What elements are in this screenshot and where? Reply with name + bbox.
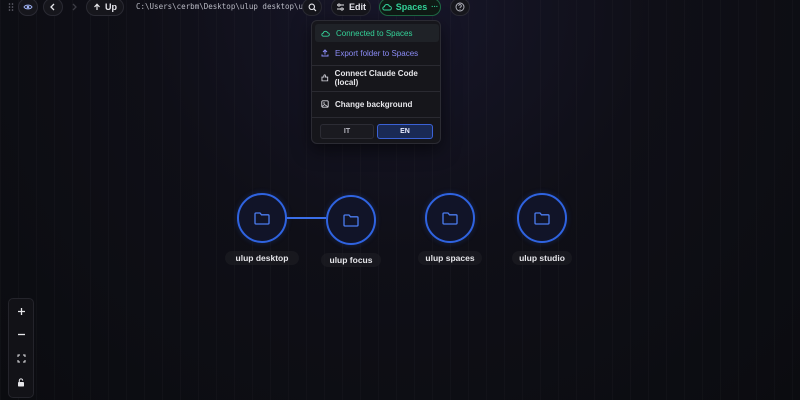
minus-icon [17, 333, 25, 335]
node-label: ulup desktop [225, 251, 299, 265]
menu-item-label: Export folder to Spaces [335, 48, 419, 58]
back-button[interactable] [43, 0, 63, 16]
menu-item-label: Connected to Spaces [336, 28, 413, 38]
cloud-icon [382, 3, 392, 11]
node-connector-line [286, 217, 326, 219]
folder-node-ulup-spaces[interactable] [425, 193, 475, 243]
menu-item-label: Change background [335, 99, 413, 109]
cloud-icon [321, 30, 330, 37]
top-toolbar: Up C:\Users\cerbm\Desktop\ulup desktop\u… [0, 0, 800, 16]
chevron-left-icon [50, 3, 55, 11]
forward-button[interactable] [66, 0, 82, 16]
menu-item-connect-claude-code[interactable]: Connect Claude Code (local) [315, 69, 439, 87]
fit-screen-icon [17, 354, 25, 362]
lock-icon [18, 377, 24, 386]
upload-icon [321, 49, 329, 57]
spaces-label: Spaces [395, 2, 428, 12]
fit-view-button[interactable] [9, 347, 33, 369]
node-label: ulup focus [321, 253, 381, 267]
language-it-button[interactable]: IT [320, 124, 374, 139]
menu-divider [312, 65, 440, 66]
folder-icon [534, 211, 550, 225]
menu-item-connected-to-spaces[interactable]: Connected to Spaces [315, 24, 439, 42]
help-button[interactable] [450, 0, 470, 16]
menu-divider [312, 91, 440, 92]
menu-item-label: Connect Claude Code (local) [334, 69, 418, 87]
eye-icon [23, 4, 33, 10]
chevron-right-icon [72, 3, 77, 11]
menu-divider [312, 117, 440, 118]
drag-handle-icon[interactable] [8, 2, 14, 12]
image-icon [321, 100, 329, 108]
plus-icon [17, 307, 25, 315]
spaces-button[interactable]: Spaces ··· [379, 0, 441, 16]
arrow-up-icon [94, 3, 100, 10]
path-breadcrumb[interactable]: C:\Users\cerbm\Desktop\ulup desktop\ul… [136, 2, 312, 11]
search-icon [308, 3, 316, 11]
language-en-button[interactable]: EN [377, 124, 433, 139]
view-toggle-button[interactable] [18, 0, 38, 16]
sliders-icon [337, 3, 344, 11]
zoom-in-button[interactable] [9, 300, 33, 322]
folder-node-ulup-studio[interactable] [517, 193, 567, 243]
edit-label: Edit [349, 2, 366, 12]
zoom-out-button[interactable] [9, 323, 33, 345]
spaces-dropdown-menu: Connected to Spaces Export folder to Spa… [311, 20, 441, 144]
folder-node-ulup-focus[interactable] [326, 195, 376, 245]
edit-button[interactable]: Edit [331, 0, 371, 16]
menu-item-export-folder[interactable]: Export folder to Spaces [315, 44, 439, 62]
up-button[interactable]: Up [86, 0, 124, 16]
menu-item-change-background[interactable]: Change background [315, 95, 439, 113]
folder-icon [442, 211, 458, 225]
up-label: Up [105, 2, 117, 12]
search-button[interactable] [302, 0, 322, 16]
lock-button[interactable] [9, 371, 33, 393]
folder-icon [254, 211, 270, 225]
puzzle-icon [321, 74, 329, 82]
help-icon [455, 2, 465, 12]
folder-node-ulup-desktop[interactable] [237, 193, 287, 243]
folder-icon [343, 213, 359, 227]
zoom-controls [8, 298, 34, 398]
node-label: ulup spaces [418, 251, 482, 265]
node-label: ulup studio [512, 251, 572, 265]
more-dots-icon: ··· [431, 3, 439, 11]
